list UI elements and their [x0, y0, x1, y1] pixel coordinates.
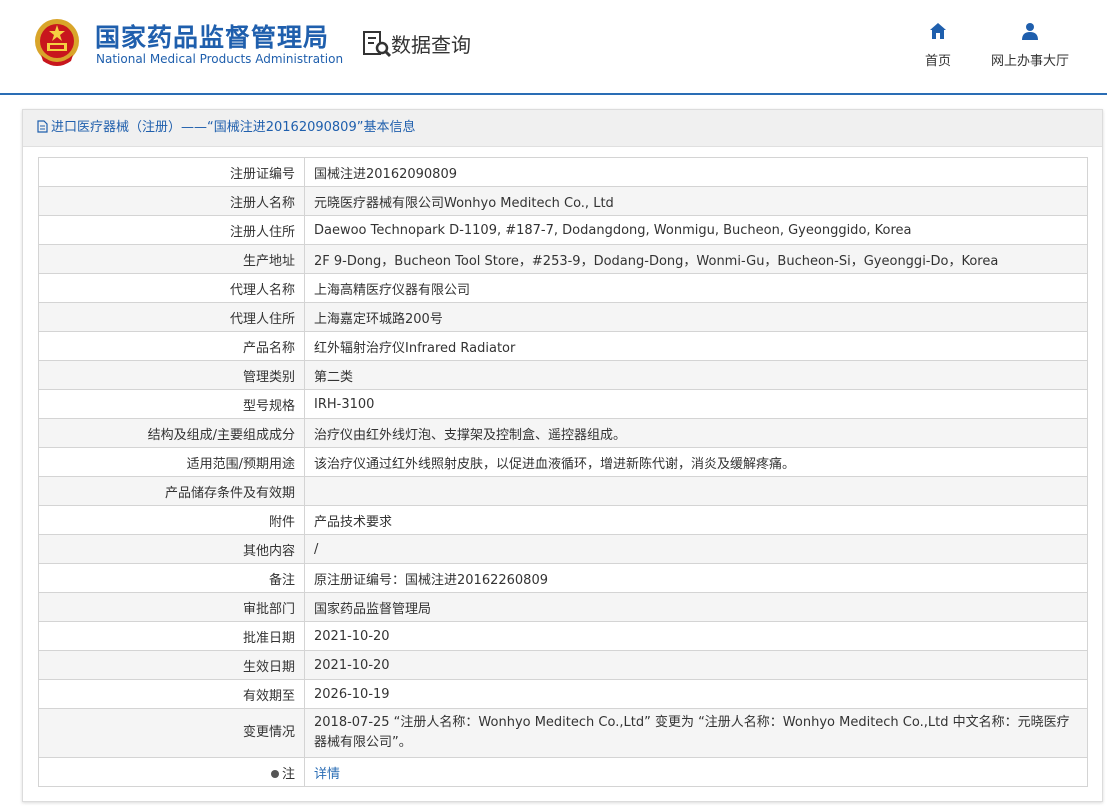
site-header: 国家药品监督管理局 National Medical Products Admi… — [0, 0, 1107, 95]
row-label: 型号规格 — [38, 389, 305, 419]
table-row: 型号规格 IRH-3100 — [38, 389, 1088, 419]
row-label: 注册人住所 — [38, 215, 305, 245]
row-value: 第二类 — [304, 360, 1088, 390]
note-label-cell: 注 — [38, 757, 305, 787]
table-row: 注册人住所 Daewoo Technopark D-1109, #187-7, … — [38, 215, 1088, 245]
table-row: 批准日期 2021-10-20 — [38, 621, 1088, 651]
table-row: 生效日期 2021-10-20 — [38, 650, 1088, 680]
bulb-icon — [270, 769, 279, 778]
detail-panel: 进口医疗器械（注册）——“国械注进20162090809”基本信息 注册证编号 … — [22, 109, 1103, 802]
row-label: 产品名称 — [38, 331, 305, 361]
table-row: 注册人名称 元晓医疗器械有限公司Wonhyo Meditech Co., Ltd — [38, 186, 1088, 216]
panel-header: 进口医疗器械（注册）——“国械注进20162090809”基本信息 — [23, 110, 1102, 147]
table-row: 备注 原注册证编号：国械注进20162260809 — [38, 563, 1088, 593]
table-row: 产品名称 红外辐射治疗仪Infrared Radiator — [38, 331, 1088, 361]
table-row: 结构及组成/主要组成成分 治疗仪由红外线灯泡、支撑架及控制盒、遥控器组成。 — [38, 418, 1088, 448]
row-label: 批准日期 — [38, 621, 305, 651]
row-value: Daewoo Technopark D-1109, #187-7, Dodang… — [304, 215, 1088, 245]
table-row: 其他内容 / — [38, 534, 1088, 564]
row-label: 生效日期 — [38, 650, 305, 680]
row-value: 国械注进20162090809 — [304, 157, 1088, 187]
row-value: IRH-3100 — [304, 389, 1088, 419]
row-value — [304, 476, 1088, 506]
row-label: 结构及组成/主要组成成分 — [38, 418, 305, 448]
row-label: 生产地址 — [38, 244, 305, 274]
row-value: 该治疗仪通过红外线照射皮肤，以促进血液循环，增进新陈代谢，消炎及缓解疼痛。 — [304, 447, 1088, 477]
row-label: 变更情况 — [38, 708, 305, 758]
table-row: 生产地址 2F 9-Dong，Bucheon Tool Store，#253-9… — [38, 244, 1088, 274]
row-value: 红外辐射治疗仪Infrared Radiator — [304, 331, 1088, 361]
row-label: 注册人名称 — [38, 186, 305, 216]
site-title-cn[interactable]: 国家药品监督管理局 — [95, 18, 329, 54]
table-row: 变更情况 2018-07-25 “注册人名称：Wonhyo Meditech C… — [38, 708, 1088, 758]
nav-online-service-link[interactable]: 网上办事大厅 — [985, 22, 1075, 69]
table-row: 产品储存条件及有效期 — [38, 476, 1088, 506]
row-label: 注 — [281, 766, 295, 782]
row-label: 有效期至 — [38, 679, 305, 709]
row-value: / — [304, 534, 1088, 564]
row-value: 2026-10-19 — [304, 679, 1088, 709]
row-value: 原注册证编号：国械注进20162260809 — [304, 563, 1088, 593]
row-label: 附件 — [38, 505, 305, 535]
row-value: 国家药品监督管理局 — [304, 592, 1088, 622]
row-label: 审批部门 — [38, 592, 305, 622]
row-value: 2F 9-Dong，Bucheon Tool Store，#253-9，Doda… — [304, 244, 1088, 274]
row-label: 适用范围/预期用途 — [38, 447, 305, 477]
document-icon — [37, 120, 48, 133]
data-query-icon — [363, 31, 392, 58]
row-label: 注册证编号 — [38, 157, 305, 187]
nav-home-link[interactable]: 首页 — [918, 22, 958, 69]
row-label: 产品储存条件及有效期 — [38, 476, 305, 506]
user-icon — [1022, 23, 1038, 40]
panel-title: 进口医疗器械（注册）——“国械注进20162090809”基本信息 — [51, 120, 416, 135]
table-row: 管理类别 第二类 — [38, 360, 1088, 390]
table-row: 有效期至 2026-10-19 — [38, 679, 1088, 709]
table-row: 审批部门 国家药品监督管理局 — [38, 592, 1088, 622]
row-label: 管理类别 — [38, 360, 305, 390]
row-value: 2021-10-20 — [304, 650, 1088, 680]
site-title-en[interactable]: National Medical Products Administration — [96, 52, 343, 66]
home-icon — [930, 23, 946, 39]
table-row: 代理人名称 上海高精医疗仪器有限公司 — [38, 273, 1088, 303]
table-row: 注 详情 — [38, 757, 1088, 787]
details-link[interactable]: 详情 — [314, 767, 340, 782]
table-row: 附件 产品技术要求 — [38, 505, 1088, 535]
row-value: 上海嘉定环城路200号 — [304, 302, 1088, 332]
nav-home-label: 首页 — [924, 54, 951, 69]
row-value: 元晓医疗器械有限公司Wonhyo Meditech Co., Ltd — [304, 186, 1088, 216]
row-value: 治疗仪由红外线灯泡、支撑架及控制盒、遥控器组成。 — [304, 418, 1088, 448]
row-value: 产品技术要求 — [304, 505, 1088, 535]
row-label: 其他内容 — [38, 534, 305, 564]
info-table: 注册证编号 国械注进20162090809 注册人名称 元晓医疗器械有限公司Wo… — [38, 157, 1088, 787]
row-value: 2018-07-25 “注册人名称：Wonhyo Meditech Co.,Lt… — [304, 708, 1088, 758]
row-label: 代理人住所 — [38, 302, 305, 332]
row-label: 备注 — [38, 563, 305, 593]
table-row: 注册证编号 国械注进20162090809 — [38, 157, 1088, 187]
table-row: 适用范围/预期用途 该治疗仪通过红外线照射皮肤，以促进血液循环，增进新陈代谢，消… — [38, 447, 1088, 477]
row-value: 上海高精医疗仪器有限公司 — [304, 273, 1088, 303]
row-label: 代理人名称 — [38, 273, 305, 303]
row-value: 2021-10-20 — [304, 621, 1088, 651]
data-query-title: 数据查询 — [391, 33, 471, 57]
table-row: 代理人住所 上海嘉定环城路200号 — [38, 302, 1088, 332]
row-value: 详情 — [304, 757, 1088, 787]
national-emblem-icon — [35, 19, 79, 66]
nav-online-service-label: 网上办事大厅 — [990, 54, 1069, 69]
